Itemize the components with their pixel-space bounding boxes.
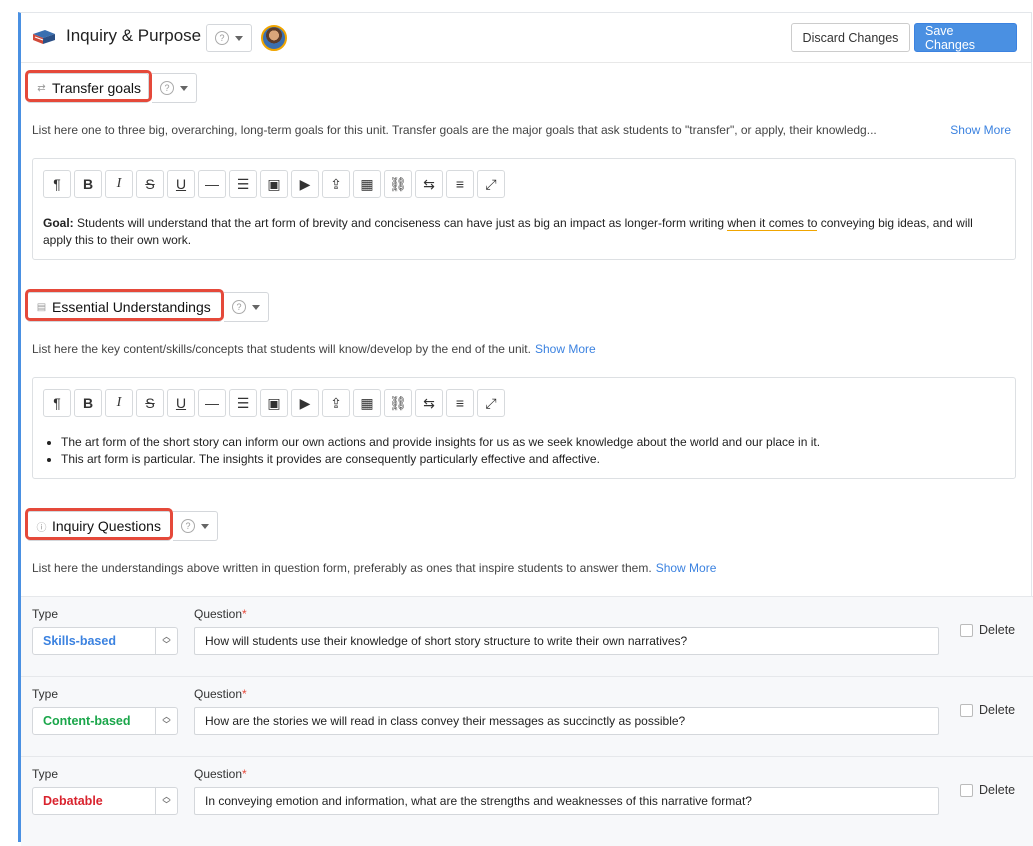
italic-icon[interactable]: I — [105, 170, 133, 198]
section-title-inquiry-questions: ⓘ Inquiry Questions — [27, 511, 171, 541]
editor-toolbar: ¶ B I S U — ☰ ▣ ▶ ⇪ ▦ ⛓ ⇆ ≡ ⤢ — [43, 389, 505, 417]
discard-changes-button[interactable]: Discard Changes — [791, 23, 910, 52]
link-icon[interactable]: ⛓ — [384, 389, 412, 417]
type-select[interactable]: Skills-based ︿ ﹀ — [32, 627, 178, 655]
stepper-icon: ︿ ﹀ — [155, 788, 177, 814]
chevron-down-icon — [201, 523, 209, 529]
section-help-dropdown[interactable]: ? — [224, 292, 269, 322]
delete-toggle[interactable]: Delete — [960, 783, 1015, 797]
bold-icon[interactable]: B — [74, 389, 102, 417]
table-icon[interactable]: ▦ — [353, 389, 381, 417]
show-more-link[interactable]: Show More — [656, 561, 717, 575]
section-help-dropdown[interactable]: ? — [152, 73, 197, 103]
header-help-dropdown[interactable]: ? — [206, 24, 252, 52]
type-select[interactable]: Content-based ︿ ﹀ — [32, 707, 178, 735]
help-icon: ? — [160, 81, 174, 95]
list-icon[interactable]: ☰ — [229, 389, 257, 417]
fullscreen-icon[interactable]: ⤢ — [477, 170, 505, 198]
direction-icon[interactable]: ⇆ — [415, 389, 443, 417]
help-icon: ? — [215, 31, 229, 45]
chevron-down-icon — [252, 304, 260, 310]
section-description: List here the key content/skills/concept… — [32, 342, 596, 356]
list-item: This art form is particular. The insight… — [61, 451, 1001, 468]
video-icon[interactable]: ▶ — [291, 170, 319, 198]
help-icon: ? — [232, 300, 246, 314]
editor-content[interactable]: Goal: Students will understand that the … — [43, 215, 1001, 249]
horizontal-rule-icon[interactable]: — — [198, 170, 226, 198]
help-icon: ? — [181, 519, 195, 533]
book-icon — [33, 30, 55, 44]
image-icon[interactable]: ▣ — [260, 389, 288, 417]
type-label: Type — [32, 607, 59, 621]
bullet-list: The art form of the short story can info… — [43, 434, 1001, 468]
document-icon: ▤ — [36, 301, 47, 313]
underline-icon[interactable]: U — [167, 170, 195, 198]
list-item: The art form of the short story can info… — [61, 434, 1001, 451]
show-more-link[interactable]: Show More — [950, 123, 1011, 137]
paragraph-icon[interactable]: ¶ — [43, 170, 71, 198]
stepper-icon: ︿ ﹀ — [155, 628, 177, 654]
list-icon[interactable]: ☰ — [229, 170, 257, 198]
question-icon: ⓘ — [36, 522, 47, 534]
video-icon[interactable]: ▶ — [291, 389, 319, 417]
align-icon[interactable]: ≡ — [446, 170, 474, 198]
type-label: Type — [32, 767, 59, 781]
rich-text-editor[interactable]: ¶ B I S U — ☰ ▣ ▶ ⇪ ▦ ⛓ ⇆ ≡ ⤢ Goal: Stud… — [32, 158, 1016, 260]
save-changes-button[interactable]: Save Changes — [914, 23, 1017, 52]
delete-toggle[interactable]: Delete — [960, 623, 1015, 637]
horizontal-rule-icon[interactable]: — — [198, 389, 226, 417]
strikethrough-icon[interactable]: S — [136, 170, 164, 198]
link-icon[interactable]: ⛓ — [384, 170, 412, 198]
question-label: Question* — [194, 767, 247, 781]
question-row: Type Question* Content-based ︿ ﹀ How are … — [21, 676, 1033, 756]
fullscreen-icon[interactable]: ⤢ — [477, 389, 505, 417]
show-more-link[interactable]: Show More — [535, 342, 596, 356]
strikethrough-icon[interactable]: S — [136, 389, 164, 417]
section-help-dropdown[interactable]: ? — [173, 511, 218, 541]
bold-icon[interactable]: B — [74, 170, 102, 198]
page-title: Inquiry & Purpose — [66, 26, 202, 45]
editor-content[interactable]: The art form of the short story can info… — [43, 434, 1001, 468]
section-title-essential-understandings: ▤ Essential Understandings — [27, 292, 222, 322]
question-label: Question* — [194, 687, 247, 701]
italic-icon[interactable]: I — [105, 389, 133, 417]
panel-header: Inquiry & Purpose ? Discard Changes Save… — [21, 13, 1031, 63]
question-label: Question* — [194, 607, 247, 621]
avatar[interactable] — [261, 25, 287, 51]
delete-checkbox[interactable] — [960, 703, 973, 717]
paragraph-icon[interactable]: ¶ — [43, 389, 71, 417]
unit-panel: Inquiry & Purpose ? Discard Changes Save… — [18, 12, 1033, 846]
table-icon[interactable]: ▦ — [353, 170, 381, 198]
upload-icon[interactable]: ⇪ — [322, 170, 350, 198]
question-input[interactable]: How are the stories we will read in clas… — [194, 707, 939, 735]
question-input[interactable]: How will students use their knowledge of… — [194, 627, 939, 655]
image-icon[interactable]: ▣ — [260, 170, 288, 198]
direction-icon[interactable]: ⇆ — [415, 170, 443, 198]
stepper-icon: ︿ ﹀ — [155, 708, 177, 734]
underline-icon[interactable]: U — [167, 389, 195, 417]
question-row: Type Question* Skills-based ︿ ﹀ How will … — [21, 596, 1033, 676]
section-title-transfer-goals: ⇄ Transfer goals — [27, 73, 149, 103]
question-input[interactable]: In conveying emotion and information, wh… — [194, 787, 939, 815]
section-description: List here the understandings above writt… — [32, 561, 717, 575]
transfer-icon: ⇄ — [37, 82, 46, 94]
question-row: Type Question* Debatable ︿ ﹀ In conveying… — [21, 756, 1033, 846]
editor-toolbar: ¶ B I S U — ☰ ▣ ▶ ⇪ ▦ ⛓ ⇆ ≡ ⤢ — [43, 170, 505, 198]
chevron-down-icon — [180, 85, 188, 91]
delete-toggle[interactable]: Delete — [960, 703, 1015, 717]
delete-checkbox[interactable] — [960, 783, 973, 797]
delete-checkbox[interactable] — [960, 623, 973, 637]
rich-text-editor[interactable]: ¶ B I S U — ☰ ▣ ▶ ⇪ ▦ ⛓ ⇆ ≡ ⤢ The art fo… — [32, 377, 1016, 479]
section-description: List here one to three big, overarching,… — [32, 123, 877, 137]
upload-icon[interactable]: ⇪ — [322, 389, 350, 417]
align-icon[interactable]: ≡ — [446, 389, 474, 417]
chevron-down-icon — [235, 35, 243, 41]
type-label: Type — [32, 687, 59, 701]
type-select[interactable]: Debatable ︿ ﹀ — [32, 787, 178, 815]
